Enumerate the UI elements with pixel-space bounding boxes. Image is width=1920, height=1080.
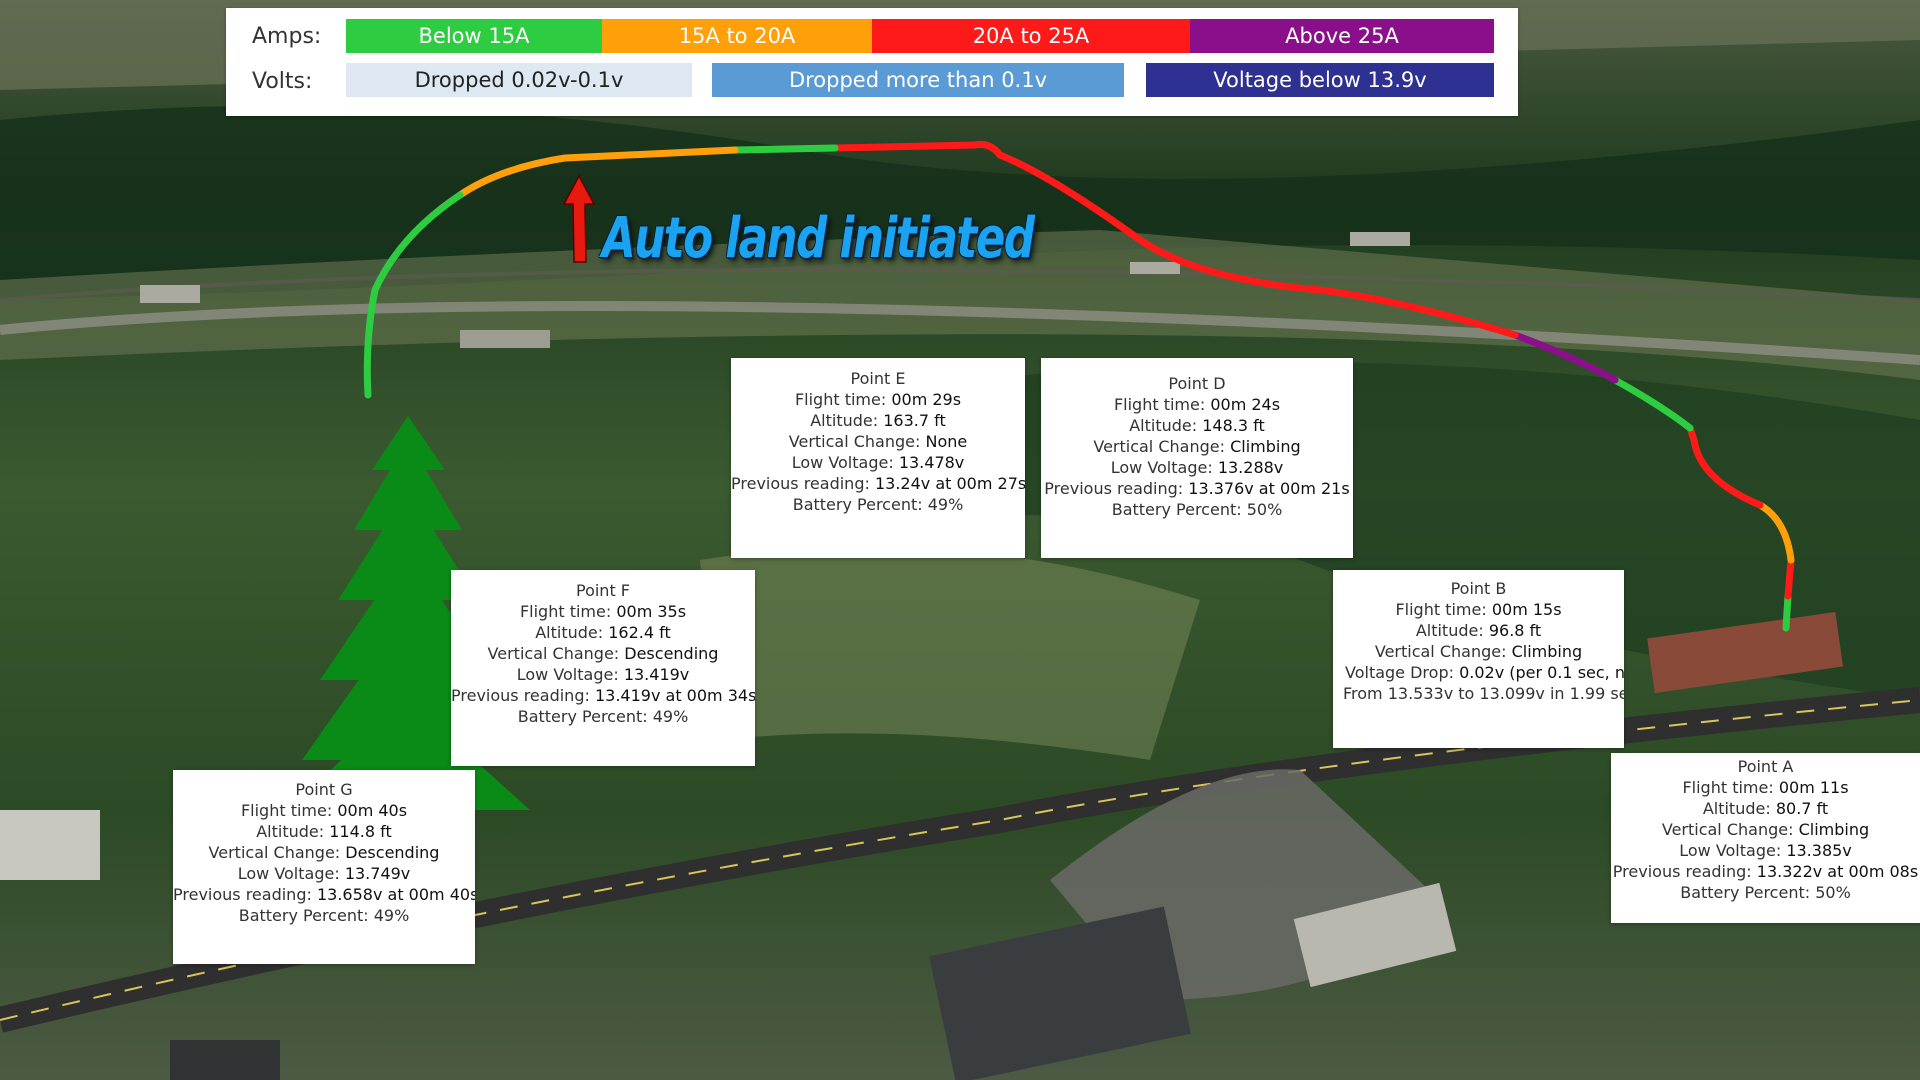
point-f-battery: Battery Percent: 49% bbox=[517, 707, 689, 726]
point-g-vertical-change: Vertical Change: Descending bbox=[208, 843, 440, 862]
point-e-title: Point E bbox=[850, 369, 906, 388]
point-e-info: Point E Flight time: 00m 29s Altitude: 1… bbox=[731, 358, 1025, 558]
point-a-title: Point A bbox=[1737, 757, 1794, 776]
legend-amps-below-15a: Below 15A bbox=[346, 19, 602, 53]
legend: Amps: Volts: Below 15A 15A to 20A 20A to… bbox=[226, 8, 1518, 116]
house bbox=[1130, 262, 1180, 274]
point-b-altitude: Altitude: 96.8 ft bbox=[1415, 621, 1542, 640]
point-d-flight-time: Flight time: 00m 24s bbox=[1113, 395, 1281, 414]
point-a-low-voltage: Low Voltage: 13.385v bbox=[1679, 841, 1852, 860]
point-e-previous-reading: Previous reading: 13.24v at 00m 27s bbox=[731, 474, 1025, 493]
point-f-previous-reading: Previous reading: 13.419v at 00m 34s bbox=[451, 686, 755, 705]
legend-amps-above-25a: Above 25A bbox=[1190, 19, 1494, 53]
point-b-flight-time: Flight time: 00m 15s bbox=[1395, 600, 1562, 619]
point-d-battery: Battery Percent: 50% bbox=[1111, 500, 1283, 519]
flight-segment-below-15a bbox=[731, 144, 839, 154]
point-d-info: Point D Flight time: 00m 24s Altitude: 1… bbox=[1041, 358, 1353, 558]
point-f-altitude: Altitude: 162.4 ft bbox=[535, 623, 671, 642]
point-a-previous-reading: Previous reading: 13.322v at 00m 08s bbox=[1612, 862, 1919, 881]
point-e-altitude: Altitude: 163.7 ft bbox=[810, 411, 946, 430]
legend-amps-15-20a: 15A to 20A bbox=[602, 19, 872, 53]
house bbox=[1350, 232, 1410, 246]
point-a-altitude: Altitude: 80.7 ft bbox=[1702, 799, 1829, 818]
legend-volts-below-13-9: Voltage below 13.9v bbox=[1146, 63, 1494, 97]
point-d-previous-reading: Previous reading: 13.376v at 00m 21s bbox=[1044, 479, 1350, 498]
auto-land-annotation: Auto land initiated bbox=[602, 206, 1035, 271]
point-b-vertical-change: Vertical Change: Climbing bbox=[1374, 642, 1583, 661]
point-f-title: Point F bbox=[575, 581, 630, 600]
point-d-altitude: Altitude: 148.3 ft bbox=[1129, 416, 1265, 435]
point-e-low-voltage: Low Voltage: 13.478v bbox=[791, 453, 965, 472]
point-f-vertical-change: Vertical Change: Descending bbox=[487, 644, 719, 663]
point-g-altitude: Altitude: 114.8 ft bbox=[256, 822, 392, 841]
point-g-previous-reading: Previous reading: 13.658v at 00m 40s bbox=[173, 885, 475, 904]
point-a-flight-time: Flight time: 00m 11s bbox=[1682, 778, 1849, 797]
point-g-title: Point G bbox=[295, 780, 353, 799]
house bbox=[140, 285, 200, 303]
point-a-info: Point A Flight time: 00m 11s Altitude: 8… bbox=[1611, 753, 1920, 923]
point-d-vertical-change: Vertical Change: Climbing bbox=[1093, 437, 1301, 456]
building bbox=[170, 1040, 280, 1080]
point-a-vertical-change: Vertical Change: Climbing bbox=[1661, 820, 1870, 839]
point-e-battery: Battery Percent: 49% bbox=[792, 495, 964, 514]
point-g-info: Point G Flight time: 00m 40s Altitude: 1… bbox=[173, 770, 475, 964]
point-g-low-voltage: Low Voltage: 13.749v bbox=[237, 864, 411, 883]
legend-volts-drop-large: Dropped more than 0.1v bbox=[712, 63, 1124, 97]
building bbox=[0, 810, 100, 880]
flight-segment-below-15a bbox=[1782, 592, 1792, 632]
point-g-battery: Battery Percent: 49% bbox=[238, 906, 410, 925]
point-e-vertical-change: Vertical Change: None bbox=[788, 432, 968, 451]
point-b-title: Point B bbox=[1450, 579, 1507, 598]
point-f-info: Point F Flight time: 00m 35s Altitude: 1… bbox=[451, 570, 755, 766]
point-a-battery: Battery Percent: 50% bbox=[1680, 883, 1851, 902]
house bbox=[460, 330, 550, 348]
legend-amps-20-25a: 20A to 25A bbox=[872, 19, 1190, 53]
point-g-flight-time: Flight time: 00m 40s bbox=[240, 801, 408, 820]
point-f-low-voltage: Low Voltage: 13.419v bbox=[516, 665, 690, 684]
point-d-low-voltage: Low Voltage: 13.288v bbox=[1110, 458, 1284, 477]
legend-amps-label: Amps: bbox=[252, 24, 322, 49]
point-f-flight-time: Flight time: 00m 35s bbox=[519, 602, 687, 621]
point-b-info: Point B Flight time: 00m 15s Altitude: 9… bbox=[1333, 570, 1624, 748]
point-b-from-line: From 13.533v to 13.099v in 1.99 secon bbox=[1343, 684, 1624, 703]
flight-segment-20-25a bbox=[1784, 556, 1795, 600]
legend-volts-drop-small: Dropped 0.02v-0.1v bbox=[346, 63, 692, 97]
legend-volts-label: Volts: bbox=[252, 69, 313, 94]
point-d-title: Point D bbox=[1168, 374, 1226, 393]
point-b-voltage-drop: Voltage Drop: 0.02v (per 0.1 sec, norma bbox=[1345, 663, 1624, 682]
point-e-flight-time: Flight time: 00m 29s bbox=[794, 390, 962, 409]
